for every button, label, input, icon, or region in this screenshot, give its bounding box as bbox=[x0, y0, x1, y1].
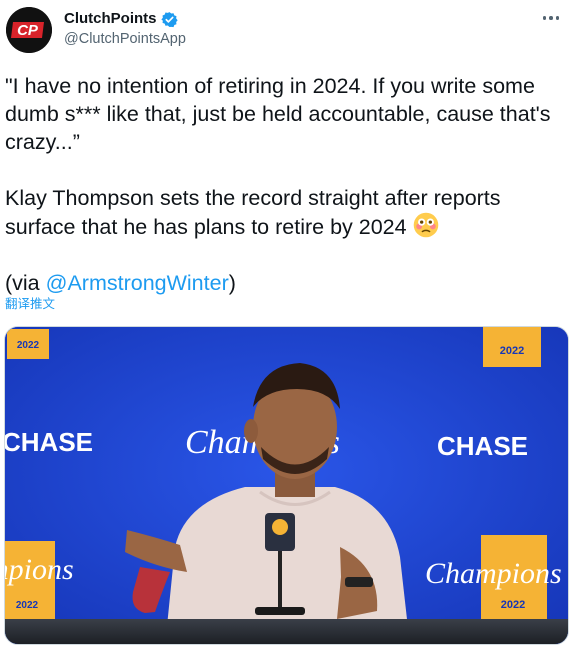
display-name[interactable]: ClutchPoints bbox=[64, 10, 157, 28]
press-conference-photo: 2022 2022 2022 2022 CHASE CHASE Champion… bbox=[5, 327, 568, 644]
clutchpoints-logo: CP bbox=[6, 7, 52, 53]
flushed-face-emoji bbox=[413, 212, 438, 238]
badge-year-1: 2022 bbox=[17, 340, 40, 351]
champions-badge-top-left: 2022 bbox=[7, 329, 49, 359]
more-options-icon[interactable] bbox=[539, 6, 563, 30]
via-suffix: ) bbox=[228, 271, 236, 295]
tweet-credit: (via @ArmstrongWinter) bbox=[5, 269, 560, 297]
account-names: ClutchPoints @ClutchPointsApp bbox=[64, 10, 186, 49]
badge-year-3: 2022 bbox=[16, 600, 39, 611]
account-handle[interactable]: @ClutchPointsApp bbox=[64, 29, 186, 49]
via-prefix: (via bbox=[5, 271, 46, 295]
tweet-body: "I have no intention of retiring in 2024… bbox=[5, 72, 560, 297]
tweet-summary: Klay Thompson sets the record straight a… bbox=[5, 184, 560, 241]
backdrop-chase-right: CHASE bbox=[437, 431, 528, 461]
champions-badge-top-right: 2022 bbox=[483, 327, 541, 367]
avatar[interactable]: CP bbox=[6, 7, 52, 53]
backdrop-champions-right: Champions bbox=[425, 557, 562, 590]
backdrop-chase-left: CHASE bbox=[5, 427, 93, 457]
badge-year-4: 2022 bbox=[501, 599, 525, 611]
mention-link[interactable]: @ArmstrongWinter bbox=[46, 271, 229, 295]
backdrop-champions-left: Champions bbox=[5, 553, 74, 586]
avatar-logo-text: CP bbox=[17, 22, 39, 39]
tweet-header: CP ClutchPoints @ClutchPointsApp bbox=[0, 0, 569, 62]
tweet-quote: "I have no intention of retiring in 2024… bbox=[5, 74, 557, 154]
verified-badge-icon bbox=[160, 11, 178, 27]
podium-table bbox=[5, 619, 568, 644]
badge-year-2: 2022 bbox=[500, 345, 524, 357]
translate-tweet-link[interactable]: 翻译推文 bbox=[5, 296, 55, 312]
display-name-row[interactable]: ClutchPoints bbox=[64, 10, 178, 28]
tweet-media-image[interactable]: 2022 2022 2022 2022 CHASE CHASE Champion… bbox=[4, 326, 569, 645]
